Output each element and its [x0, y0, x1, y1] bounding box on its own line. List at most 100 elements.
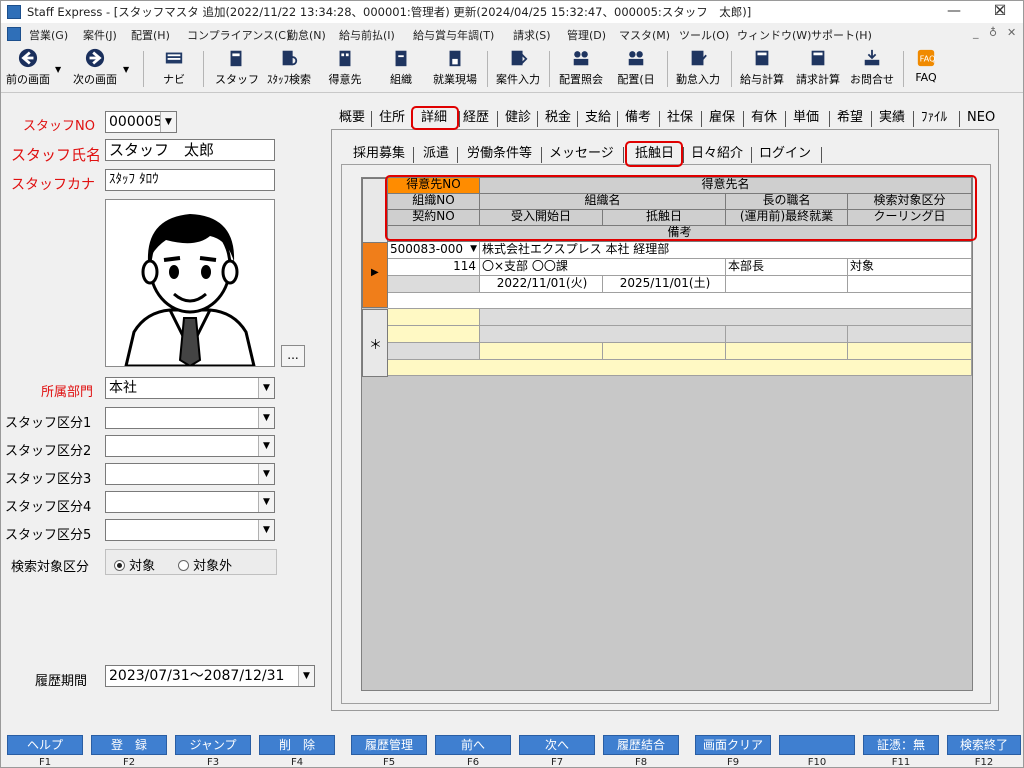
tab-login[interactable]: ログイン: [759, 145, 811, 165]
tab-health[interactable]: 健診: [505, 109, 531, 129]
navi-button[interactable]: ナビ: [157, 47, 191, 91]
mdi-restore-button[interactable]: ♁: [989, 26, 997, 39]
help-button[interactable]: ヘルプ: [7, 735, 83, 755]
new-cell-search-target[interactable]: [848, 326, 972, 343]
inquiry-button[interactable]: お問合せ: [847, 47, 897, 91]
faq-button[interactable]: FAQ FAQ: [911, 47, 941, 91]
cell-customer-name[interactable]: 株式会社エクスプレス 本社 経理部: [480, 242, 972, 259]
cell-last-work[interactable]: [726, 276, 848, 293]
menu-tools[interactable]: ツール(O): [679, 27, 729, 43]
mdi-minimize-button[interactable]: _: [973, 26, 979, 39]
cell-conflict-date[interactable]: 2025/11/01(土): [603, 276, 726, 293]
tab-recruitment[interactable]: 採用募集: [353, 145, 405, 165]
staff-no-select[interactable]: 000005 ▼: [105, 111, 177, 133]
organization-button[interactable]: 組織: [383, 47, 419, 91]
search-target-radio-off[interactable]: 対象外: [178, 555, 232, 574]
cell-note[interactable]: [388, 293, 972, 309]
new-cell-customer-no[interactable]: [388, 309, 480, 326]
staff-category-3-select[interactable]: ▼: [105, 463, 275, 485]
cell-customer-no[interactable]: 500083-000 ▼: [388, 242, 480, 259]
menu-placement[interactable]: 配置(H): [131, 27, 170, 43]
new-cell-note[interactable]: [388, 360, 972, 376]
new-cell-conflict-date[interactable]: [603, 343, 726, 360]
end-search-button[interactable]: 検索終了: [947, 735, 1021, 755]
menu-compliance[interactable]: コンプライアンス(C): [187, 27, 290, 43]
new-row-selector[interactable]: ＊: [362, 309, 388, 377]
case-entry-button[interactable]: 案件入力: [491, 47, 545, 91]
staff-category-2-select[interactable]: ▼: [105, 435, 275, 457]
cell-contract-no[interactable]: [388, 276, 480, 293]
prev-screen-button[interactable]: 前の画面: [3, 47, 53, 91]
new-cell-cooling-date[interactable]: [848, 343, 972, 360]
tab-overview[interactable]: 概要: [339, 109, 365, 129]
cell-cooling-date[interactable]: [848, 276, 972, 293]
cell-org-no[interactable]: 114: [388, 259, 480, 276]
staff-name-field[interactable]: スタッフ 太郎: [105, 139, 275, 161]
cell-start-date[interactable]: 2022/11/01(火): [480, 276, 603, 293]
history-merge-button[interactable]: 履歴結合: [603, 735, 679, 755]
voucher-button[interactable]: 証憑：無: [863, 735, 939, 755]
menu-payroll[interactable]: 給与賞与年調(T): [413, 27, 494, 43]
payroll-calc-button[interactable]: 給与計算: [735, 47, 789, 91]
staff-category-4-select[interactable]: ▼: [105, 491, 275, 513]
staff-kana-field[interactable]: ｽﾀｯﾌ ﾀﾛｳ: [105, 169, 275, 191]
tab-social-insurance[interactable]: 社保: [667, 109, 693, 129]
new-cell-org-no[interactable]: [388, 326, 480, 343]
new-cell-org-name[interactable]: [480, 326, 726, 343]
jump-button[interactable]: ジャンプ: [175, 735, 251, 755]
tab-message[interactable]: メッセージ: [549, 145, 614, 165]
cell-search-target[interactable]: 対象: [848, 259, 972, 276]
tab-unit-price[interactable]: 単価: [793, 109, 819, 129]
tab-dispatch[interactable]: 派遣: [423, 145, 449, 165]
next-dropdown-icon[interactable]: ▼: [123, 65, 129, 74]
tab-payment[interactable]: 支給: [585, 109, 611, 129]
worksite-button[interactable]: 就業現場: [429, 47, 481, 91]
new-cell-start-date[interactable]: [480, 343, 603, 360]
row-selector[interactable]: ▶: [362, 242, 388, 308]
menu-support[interactable]: サポート(H): [811, 27, 872, 43]
tab-labor-conditions[interactable]: 労働条件等: [467, 145, 532, 165]
photo-browse-button[interactable]: ...: [281, 345, 305, 367]
menu-billing[interactable]: 請求(S): [513, 27, 551, 43]
previous-button[interactable]: 前へ: [435, 735, 511, 755]
tab-files[interactable]: ﾌｧｲﾙ: [921, 109, 947, 129]
f10-button[interactable]: [779, 735, 855, 755]
new-cell-customer-name[interactable]: [480, 309, 972, 326]
tab-results[interactable]: 実績: [879, 109, 905, 129]
history-period-select[interactable]: 2023/07/31～2087/12/31 ▼: [105, 665, 315, 687]
new-cell-last-work[interactable]: [726, 343, 848, 360]
new-cell-head-title[interactable]: [726, 326, 848, 343]
staff-button[interactable]: スタッフ: [215, 47, 259, 91]
menu-attendance[interactable]: 勤怠(N): [287, 27, 326, 43]
customer-button[interactable]: 得意先: [325, 47, 365, 91]
delete-button[interactable]: 削 除: [259, 735, 335, 755]
register-button[interactable]: 登 録: [91, 735, 167, 755]
window-minimize[interactable]: [931, 1, 977, 23]
window-close[interactable]: ✕: [977, 1, 1023, 23]
tab-remarks[interactable]: 備考: [625, 109, 651, 129]
screen-clear-button[interactable]: 画面クリア: [695, 735, 771, 755]
attendance-entry-button[interactable]: 勤怠入力: [671, 47, 725, 91]
tab-tax[interactable]: 税金: [545, 109, 571, 129]
cell-head-title[interactable]: 本部長: [726, 259, 848, 276]
tab-daily-referral[interactable]: 日々紹介: [691, 145, 743, 165]
placement-inquiry-button[interactable]: 配置照会: [555, 47, 607, 91]
new-cell-contract-no[interactable]: [388, 343, 480, 360]
staff-category-5-select[interactable]: ▼: [105, 519, 275, 541]
next-button[interactable]: 次へ: [519, 735, 595, 755]
tab-neo[interactable]: NEO: [967, 109, 995, 129]
menu-manage[interactable]: 管理(D): [567, 27, 606, 43]
next-screen-button[interactable]: 次の画面: [69, 47, 121, 91]
staff-search-button[interactable]: ｽﾀｯﾌ検索: [263, 47, 315, 91]
placement-day-button[interactable]: 配置(日: [613, 47, 659, 91]
mdi-close-button[interactable]: ✕: [1007, 26, 1016, 39]
tab-paid-leave[interactable]: 有休: [751, 109, 777, 129]
tab-address[interactable]: 住所: [379, 109, 405, 129]
tab-employment-insurance[interactable]: 雇保: [709, 109, 735, 129]
tab-preferences[interactable]: 希望: [837, 109, 863, 129]
history-manage-button[interactable]: 履歴管理: [351, 735, 427, 755]
billing-calc-button[interactable]: 請求計算: [791, 47, 845, 91]
menu-prepay[interactable]: 給与前払(I): [339, 27, 395, 43]
staff-category-1-select[interactable]: ▼: [105, 407, 275, 429]
department-select[interactable]: 本社 ▼: [105, 377, 275, 399]
